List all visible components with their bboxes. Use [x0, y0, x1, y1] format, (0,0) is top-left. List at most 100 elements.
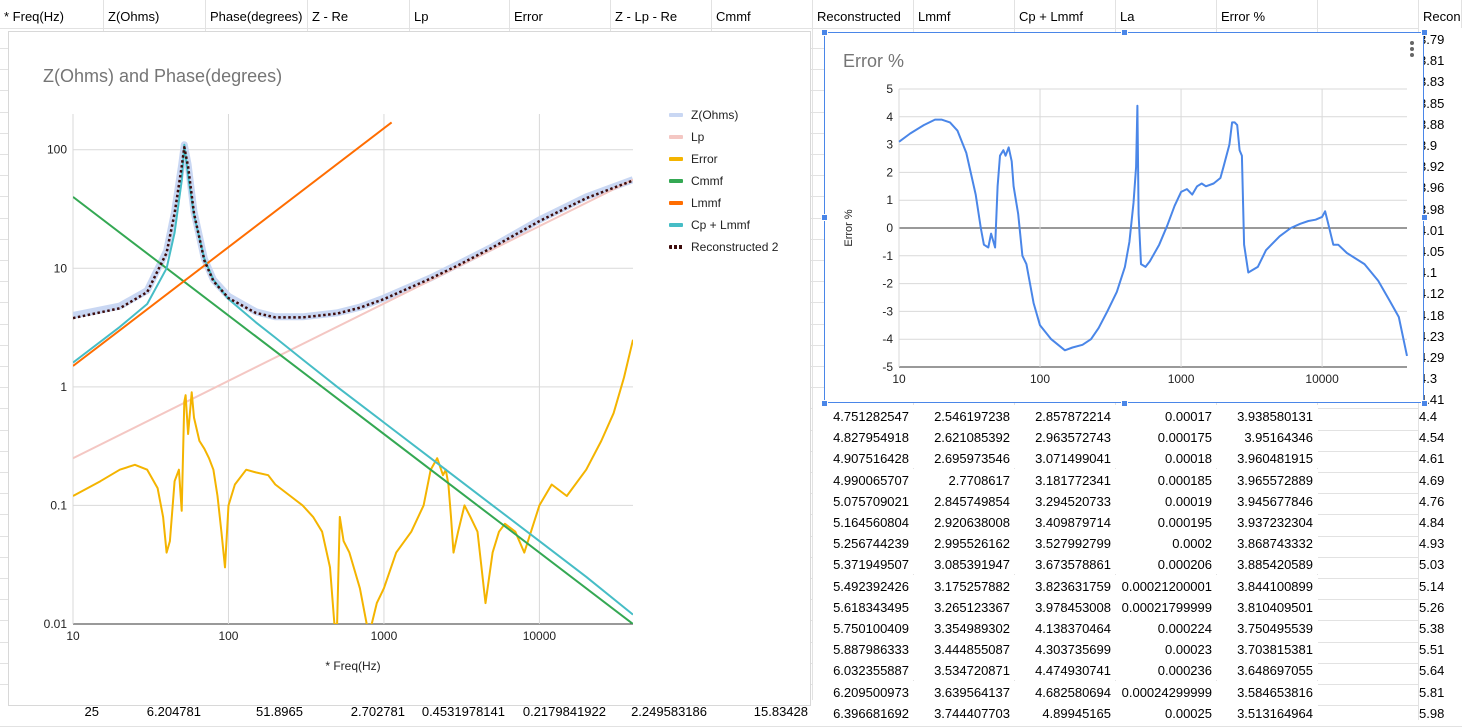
cell[interactable]: 5.03	[1419, 553, 1462, 575]
cell[interactable]: 2.995526162	[914, 532, 1015, 554]
column-header[interactable]: Cp + Lmmf	[1015, 0, 1116, 28]
cell[interactable]: 2.920638008	[914, 511, 1015, 532]
cell[interactable]: 3.409879714	[1015, 511, 1116, 532]
column-header[interactable]: Reconstructed	[813, 0, 914, 28]
cell[interactable]: 3.945677846	[1217, 489, 1318, 511]
cell[interactable]: 3.937232304	[1217, 511, 1318, 532]
cell[interactable]: 4.751282547	[813, 405, 914, 426]
cell[interactable]: 0.00017	[1116, 405, 1217, 426]
cell[interactable]: 3.444855087	[914, 638, 1015, 660]
cell[interactable]: 3.354989302	[914, 617, 1015, 638]
cell[interactable]: 5.26	[1419, 595, 1462, 617]
resize-handle[interactable]	[1421, 400, 1428, 407]
column-header[interactable]: Z(Ohms)	[104, 0, 206, 28]
cell[interactable]: 4.61	[1419, 447, 1462, 469]
cell[interactable]: 4.05	[1419, 240, 1462, 261]
cell[interactable]: 4.990065707	[813, 468, 914, 490]
resize-handle[interactable]	[821, 214, 828, 221]
cell[interactable]: 0.000206	[1116, 553, 1217, 575]
cell[interactable]: 3.823631759	[1015, 574, 1116, 596]
cell[interactable]: 0.00021799999	[1116, 595, 1217, 617]
cell[interactable]: 4.474930741	[1015, 659, 1116, 681]
cell[interactable]: 3.83	[1419, 70, 1462, 92]
column-header[interactable]: La	[1116, 0, 1217, 28]
cell[interactable]: 0.0002	[1116, 532, 1217, 554]
cell[interactable]: 5.14	[1419, 574, 1462, 596]
resize-handle[interactable]	[821, 29, 828, 36]
cell[interactable]: 4.18	[1419, 303, 1462, 325]
cell[interactable]: 0.00024299999	[1116, 680, 1217, 702]
cell[interactable]: 5.81	[1419, 680, 1462, 702]
cell[interactable]: 2.963572743	[1015, 426, 1116, 448]
cell[interactable]: 3.9	[1419, 134, 1462, 155]
cell[interactable]: 5.164560804	[813, 511, 914, 532]
cell[interactable]: 5.075709021	[813, 489, 914, 511]
cell[interactable]: 3.868743332	[1217, 532, 1318, 554]
cell[interactable]: 3.703815381	[1217, 638, 1318, 660]
cell[interactable]: 3.92	[1419, 155, 1462, 177]
resize-handle[interactable]	[821, 400, 828, 407]
cell[interactable]: 4.93	[1419, 532, 1462, 554]
resize-handle[interactable]	[1421, 29, 1428, 36]
resize-handle[interactable]	[1121, 400, 1128, 407]
cell[interactable]: 3.265123367	[914, 595, 1015, 617]
cell[interactable]: 5.371949507	[813, 553, 914, 575]
cell[interactable]: 0.00021200001	[1116, 574, 1217, 596]
cell[interactable]: 3.88	[1419, 112, 1462, 134]
cell[interactable]: 3.673578861	[1015, 553, 1116, 575]
cell[interactable]: 4.23	[1419, 324, 1462, 346]
cell[interactable]: 4.3	[1419, 367, 1462, 389]
cell[interactable]: 3.844100899	[1217, 574, 1318, 596]
cell[interactable]: 4.12	[1419, 282, 1462, 304]
column-header[interactable]: Phase(degrees)	[206, 0, 308, 28]
column-header[interactable]: Lmmf	[914, 0, 1015, 28]
cell[interactable]: 3.181772341	[1015, 468, 1116, 490]
cell[interactable]: 5.256744239	[813, 532, 914, 554]
cell[interactable]: 3.750495539	[1217, 617, 1318, 638]
cell[interactable]: 2.7708617	[914, 468, 1015, 490]
cell[interactable]: 2.857872214	[1015, 405, 1116, 426]
cell[interactable]: 4.29	[1419, 346, 1462, 367]
column-header[interactable]: Recons	[1419, 0, 1462, 28]
cell[interactable]: 5.51	[1419, 638, 1462, 660]
cell[interactable]: 4.138370464	[1015, 617, 1116, 638]
cell[interactable]: 3.81	[1419, 49, 1462, 71]
cell[interactable]: 2.695973546	[914, 447, 1015, 469]
cell[interactable]: 6.032355887	[813, 659, 914, 681]
cell[interactable]: 4.303735699	[1015, 638, 1116, 660]
cell[interactable]: 3.534720871	[914, 659, 1015, 681]
cell[interactable]: 4.1	[1419, 261, 1462, 283]
cell[interactable]: 4.4	[1419, 405, 1462, 426]
cell[interactable]: 0.000175	[1116, 426, 1217, 448]
cell[interactable]: 0.000185	[1116, 468, 1217, 490]
cell[interactable]: 5.618343495	[813, 595, 914, 617]
cell[interactable]: 3.175257882	[914, 574, 1015, 596]
cell[interactable]: 3.294520733	[1015, 489, 1116, 511]
cell[interactable]: 3.938580131	[1217, 405, 1318, 426]
cell[interactable]: 3.85	[1419, 91, 1462, 113]
column-header[interactable]: * Freq(Hz)	[0, 0, 104, 28]
column-header[interactable]: Error %	[1217, 0, 1318, 28]
cell[interactable]: 0.000224	[1116, 617, 1217, 638]
cell[interactable]: 0.00018	[1116, 447, 1217, 469]
cell[interactable]: 0.00019	[1116, 489, 1217, 511]
impedance-chart[interactable]: Z(Ohms) and Phase(degrees) 0.01 0.1 1 10 100…	[8, 31, 811, 706]
cell[interactable]: 0.000195	[1116, 511, 1217, 532]
cell[interactable]: 2.546197238	[914, 405, 1015, 426]
cell[interactable]: 6.209500973	[813, 680, 914, 702]
cell[interactable]: 4.84	[1419, 511, 1462, 532]
resize-handle[interactable]	[1421, 214, 1428, 221]
cell[interactable]: 5.492392426	[813, 574, 914, 596]
cell[interactable]: 5.750100409	[813, 617, 914, 638]
column-header[interactable]	[1318, 0, 1419, 28]
cell[interactable]: 5.38	[1419, 617, 1462, 638]
cell[interactable]: 4.01	[1419, 218, 1462, 240]
cell[interactable]: 2.845749854	[914, 489, 1015, 511]
cell[interactable]: 4.54	[1419, 426, 1462, 448]
cell[interactable]: 0.000236	[1116, 659, 1217, 681]
cell[interactable]: 3.085391947	[914, 553, 1015, 575]
cell[interactable]: 2.621085392	[914, 426, 1015, 448]
cell[interactable]: 3.584653816	[1217, 680, 1318, 702]
cell[interactable]: 4.69	[1419, 468, 1462, 490]
cell[interactable]: 3.960481915	[1217, 447, 1318, 469]
